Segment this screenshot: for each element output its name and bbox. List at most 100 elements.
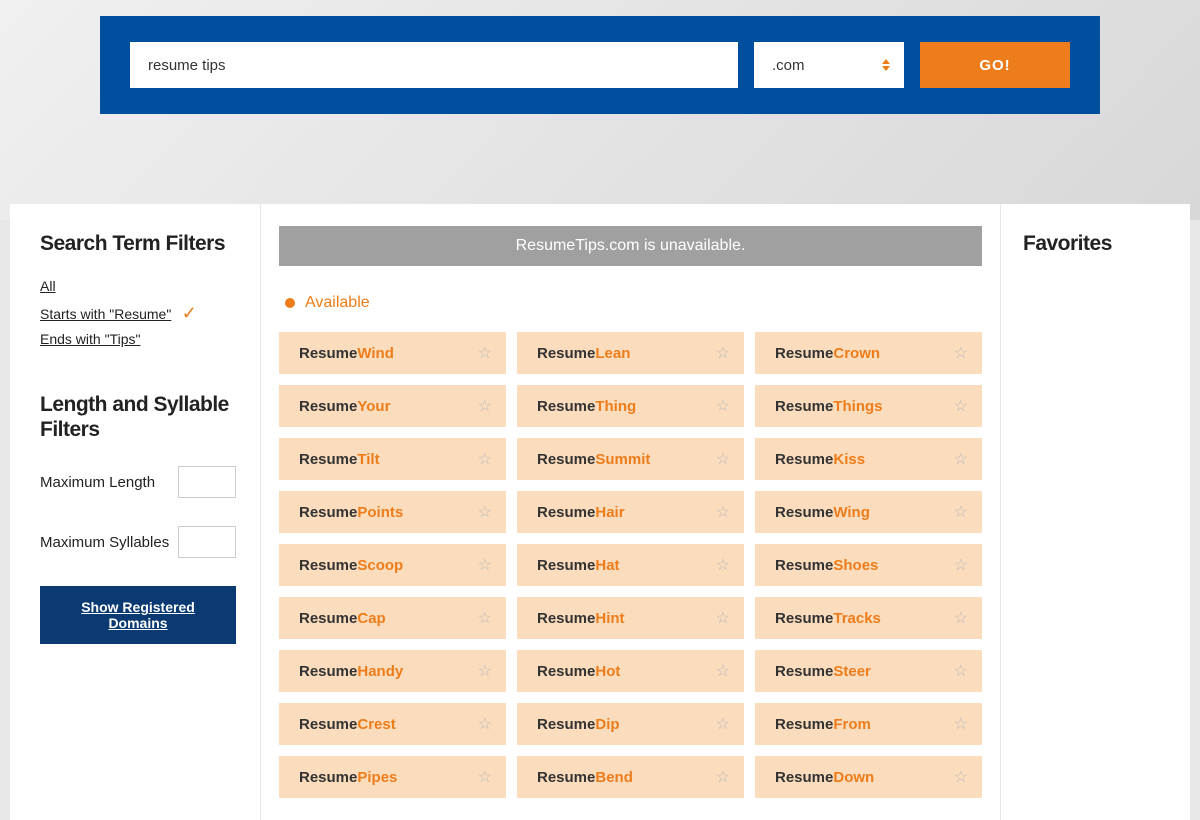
domain-name: ResumePipes	[299, 769, 397, 786]
star-icon[interactable]: ☆	[954, 343, 968, 363]
domain-card[interactable]: ResumeThing ☆	[517, 385, 744, 427]
star-icon[interactable]: ☆	[716, 502, 730, 522]
available-legend: Available	[285, 294, 982, 312]
favorites-heading: Favorites	[1023, 232, 1168, 256]
domain-name: ResumeWing	[775, 504, 870, 521]
domain-name: ResumeSteer	[775, 663, 871, 680]
domain-card[interactable]: ResumeHot ☆	[517, 650, 744, 692]
star-icon[interactable]: ☆	[954, 661, 968, 681]
domain-card[interactable]: ResumeTilt☆	[279, 438, 506, 480]
star-icon[interactable]: ☆	[716, 661, 730, 681]
domain-name: ResumeWind	[299, 345, 394, 362]
main-results: ResumeTips.com is unavailable. Available…	[260, 204, 1000, 820]
domain-name: ResumeThing	[537, 398, 636, 415]
available-label: Available	[305, 294, 370, 312]
status-bar: ResumeTips.com is unavailable.	[279, 226, 982, 266]
domain-card[interactable]: ResumeLean ☆	[517, 332, 744, 374]
star-icon[interactable]: ☆	[954, 502, 968, 522]
domain-card[interactable]: ResumeScoop ☆	[279, 544, 506, 586]
star-icon[interactable]: ☆	[478, 555, 492, 575]
star-icon[interactable]: ☆	[954, 396, 968, 416]
star-icon[interactable]: ☆	[716, 714, 730, 734]
domain-name: ResumeHair	[537, 504, 625, 521]
domain-name: ResumeHandy	[299, 663, 403, 680]
domain-name: ResumeTracks	[775, 610, 881, 627]
domain-card[interactable]: ResumeWind ☆	[279, 332, 506, 374]
domain-card[interactable]: ResumeHat☆	[517, 544, 744, 586]
domain-card[interactable]: ResumePipes ☆	[279, 756, 506, 798]
star-icon[interactable]: ☆	[478, 767, 492, 787]
filter-all[interactable]: All	[40, 278, 56, 294]
domain-card[interactable]: ResumeDown ☆	[755, 756, 982, 798]
star-icon[interactable]: ☆	[954, 555, 968, 575]
star-icon[interactable]: ☆	[954, 608, 968, 628]
star-icon[interactable]: ☆	[478, 661, 492, 681]
star-icon[interactable]: ☆	[478, 714, 492, 734]
domain-name: ResumeLean	[537, 345, 630, 362]
domain-card[interactable]: ResumeTracks ☆	[755, 597, 982, 639]
domain-card[interactable]: ResumeWing ☆	[755, 491, 982, 533]
sidebar: Search Term Filters All Starts with "Res…	[10, 204, 260, 820]
domain-name: ResumeCrown	[775, 345, 880, 362]
domain-card[interactable]: ResumeHair ☆	[517, 491, 744, 533]
domain-card[interactable]: ResumeKiss☆	[755, 438, 982, 480]
domain-card[interactable]: ResumeCap ☆	[279, 597, 506, 639]
star-icon[interactable]: ☆	[478, 608, 492, 628]
star-icon[interactable]: ☆	[478, 502, 492, 522]
domain-name: ResumeCap	[299, 610, 386, 627]
tld-select[interactable]: .com	[754, 42, 904, 88]
star-icon[interactable]: ☆	[478, 449, 492, 469]
go-button[interactable]: GO!	[920, 42, 1070, 88]
domain-card[interactable]: ResumeDip ☆	[517, 703, 744, 745]
domain-name: ResumeThings	[775, 398, 883, 415]
domain-card[interactable]: ResumeSteer ☆	[755, 650, 982, 692]
domain-card[interactable]: ResumeCrest ☆	[279, 703, 506, 745]
domain-name: ResumeScoop	[299, 557, 403, 574]
star-icon[interactable]: ☆	[716, 555, 730, 575]
domain-name: ResumeHint	[537, 610, 625, 627]
filters-heading: Search Term Filters	[40, 232, 236, 256]
star-icon[interactable]: ☆	[954, 714, 968, 734]
show-registered-button[interactable]: Show Registered Domains	[40, 586, 236, 644]
star-icon[interactable]: ☆	[954, 767, 968, 787]
search-input[interactable]	[130, 42, 738, 88]
favorites-panel: Favorites	[1000, 204, 1190, 820]
domain-name: ResumeSummit	[537, 451, 650, 468]
domain-card[interactable]: ResumeThings ☆	[755, 385, 982, 427]
domain-name: ResumeDip	[537, 716, 620, 733]
domain-name: ResumeHot	[537, 663, 620, 680]
domain-card[interactable]: ResumeHint ☆	[517, 597, 744, 639]
domain-card[interactable]: ResumeCrown ☆	[755, 332, 982, 374]
star-icon[interactable]: ☆	[478, 396, 492, 416]
tld-label: .com	[772, 57, 805, 74]
search-bar: .com GO!	[100, 16, 1100, 114]
filter-starts-with[interactable]: Starts with "Resume"	[40, 306, 171, 322]
sort-icon	[882, 59, 890, 71]
star-icon[interactable]: ☆	[716, 396, 730, 416]
domain-card[interactable]: ResumeYour ☆	[279, 385, 506, 427]
domain-name: ResumeDown	[775, 769, 874, 786]
domain-card[interactable]: ResumeFrom ☆	[755, 703, 982, 745]
star-icon[interactable]: ☆	[954, 449, 968, 469]
domain-card[interactable]: ResumePoints☆	[279, 491, 506, 533]
filter-ends-with[interactable]: Ends with "Tips"	[40, 331, 140, 347]
domain-card[interactable]: ResumeShoes☆	[755, 544, 982, 586]
star-icon[interactable]: ☆	[716, 767, 730, 787]
length-heading: Length and Syllable Filters	[40, 392, 236, 442]
domain-name: ResumeFrom	[775, 716, 871, 733]
max-length-input[interactable]	[178, 466, 236, 498]
max-syllables-input[interactable]	[178, 526, 236, 558]
available-dot-icon	[285, 298, 295, 308]
star-icon[interactable]: ☆	[716, 608, 730, 628]
domain-name: ResumeCrest	[299, 716, 396, 733]
star-icon[interactable]: ☆	[716, 343, 730, 363]
max-syllables-label: Maximum Syllables	[40, 534, 169, 551]
domain-name: ResumeYour	[299, 398, 390, 415]
star-icon[interactable]: ☆	[478, 343, 492, 363]
domain-card[interactable]: ResumeSummit ☆	[517, 438, 744, 480]
domain-card[interactable]: ResumeHandy ☆	[279, 650, 506, 692]
domain-name: ResumeBend	[537, 769, 633, 786]
max-length-label: Maximum Length	[40, 474, 155, 491]
star-icon[interactable]: ☆	[716, 449, 730, 469]
domain-card[interactable]: ResumeBend ☆	[517, 756, 744, 798]
